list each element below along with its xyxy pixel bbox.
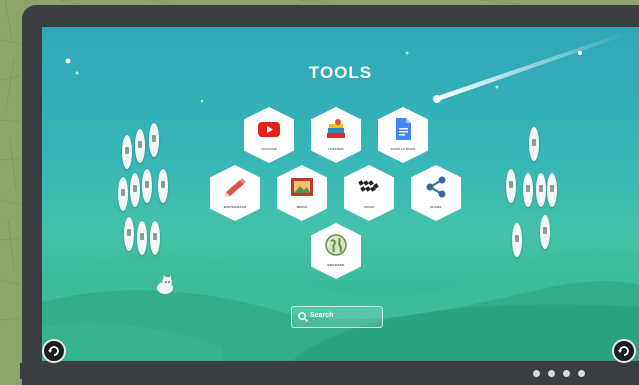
tool-label: SHARE [430,205,442,209]
floating-card[interactable] [547,173,557,207]
youtube-icon [258,122,280,137]
floating-card[interactable] [137,221,147,255]
floating-card[interactable] [130,173,140,207]
search-icon [298,312,309,323]
tool-label: LESSONS [328,147,344,151]
share-icon [426,176,446,198]
google-docs-icon [396,118,411,140]
floating-card[interactable] [135,129,145,163]
tool-label: WHITEBOARD [223,205,247,209]
pencil-icon [225,178,246,197]
page-dot[interactable] [563,370,570,377]
tool-label: YOUTUBE [260,147,278,151]
bottom-bezel [20,363,639,379]
rotate-left-button[interactable] [42,339,66,363]
rotate-icon [48,346,59,356]
page-dot[interactable] [548,370,555,377]
rotate-icon [618,346,629,356]
page-dot[interactable] [533,370,540,377]
floating-card[interactable] [536,173,546,207]
tools-screen: TOOLS YOUTUBE LESSONS GOOGLE DOCS WHITEB… [42,27,639,361]
floating-card[interactable] [142,169,152,203]
floating-card[interactable] [540,215,550,249]
floating-card[interactable] [529,127,539,161]
floating-card[interactable] [150,221,160,255]
tool-label: ZOOM [364,205,374,209]
globe-icon [325,234,347,256]
floating-card[interactable] [149,123,159,157]
floating-card[interactable] [124,217,134,251]
search-input[interactable]: Search [291,306,383,328]
floating-card[interactable] [512,223,522,257]
floating-card[interactable] [506,169,516,203]
tool-label: BROWSER [327,263,345,267]
clapperboard-icon [358,180,379,192]
floating-card[interactable] [122,135,132,169]
tool-label: GOOGLE DOCS [390,147,416,151]
cat-mascot-icon [157,275,173,294]
rotate-right-button[interactable] [612,339,636,363]
books-icon [327,119,345,138]
floating-card[interactable] [118,177,128,211]
floating-card[interactable] [523,173,533,207]
floating-card[interactable] [158,169,168,203]
tool-label: MEDIA [296,205,308,209]
page-dot[interactable] [578,370,585,377]
picture-frame-icon [291,178,313,196]
page-title: TOOLS [308,63,373,82]
search-placeholder: Search [310,312,334,319]
